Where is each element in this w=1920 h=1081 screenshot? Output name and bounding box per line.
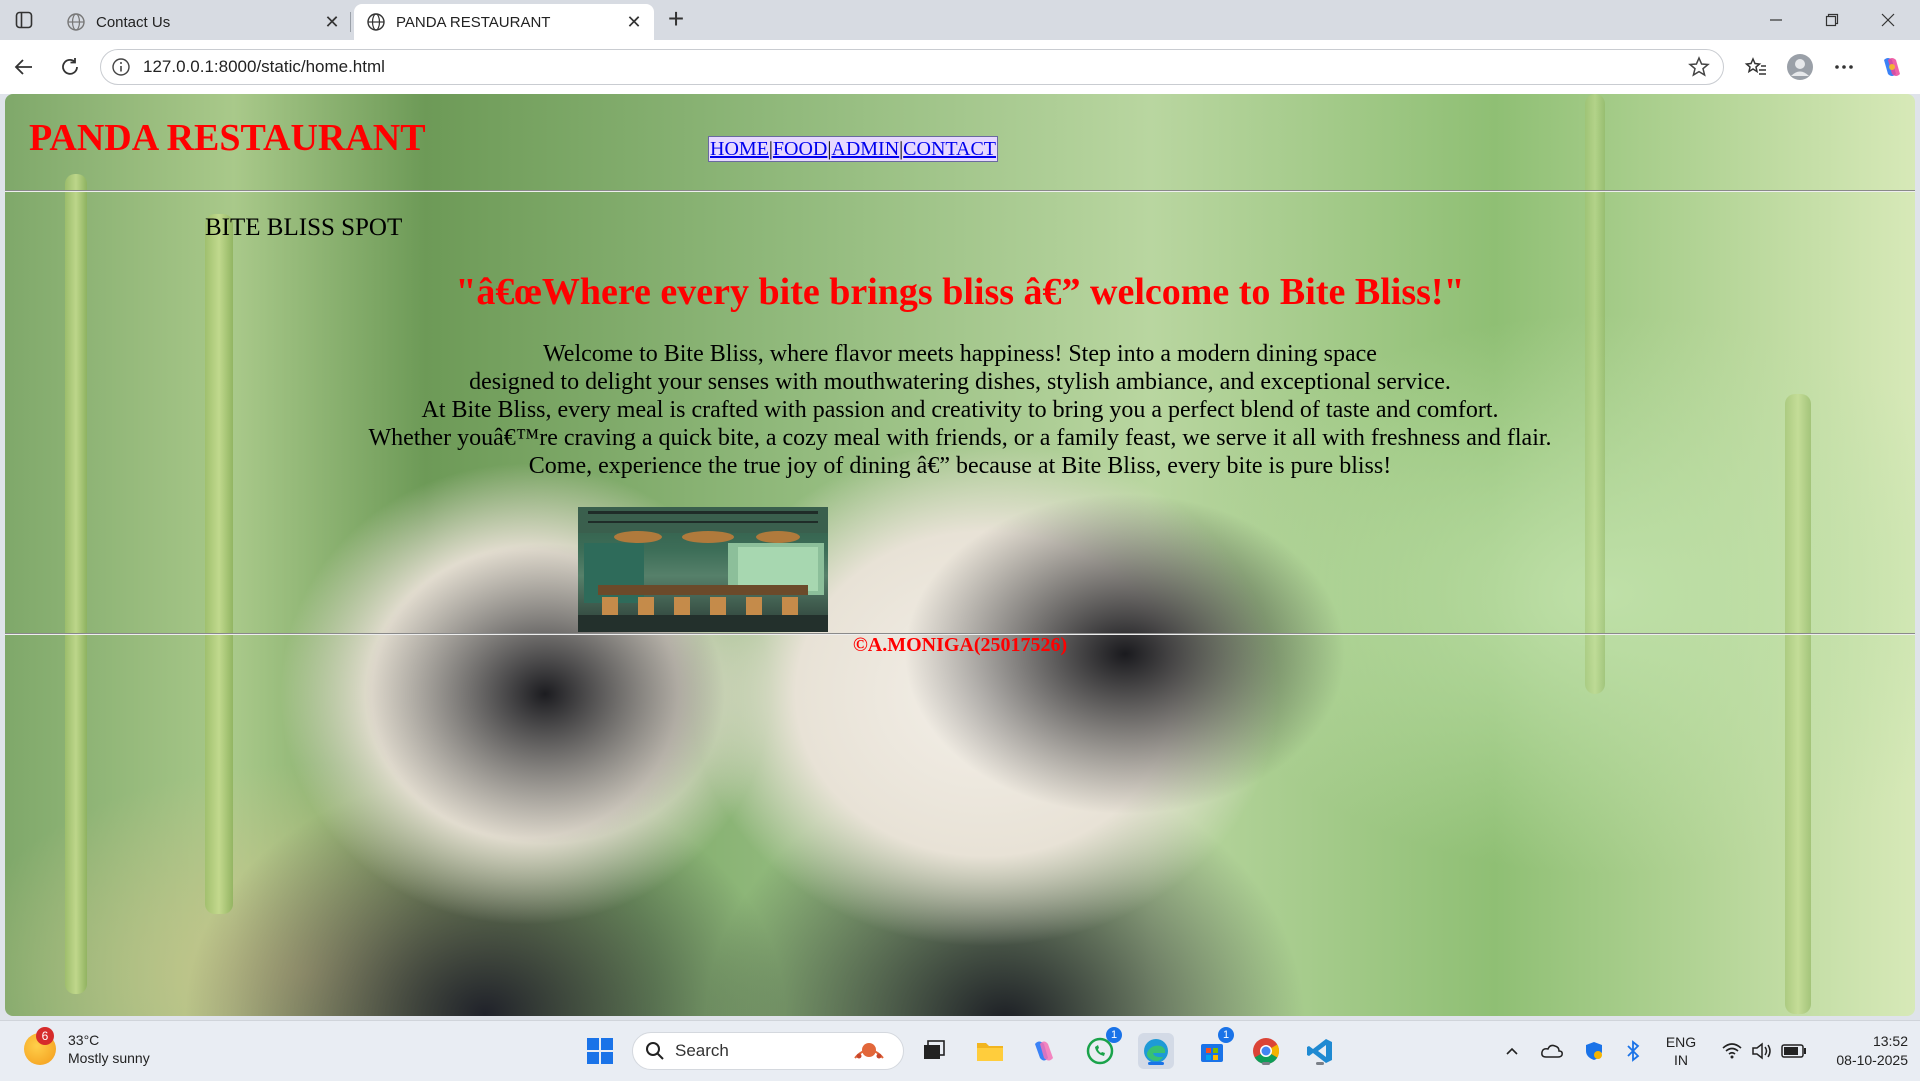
restaurant-interior-image (578, 507, 828, 632)
nav-link-food[interactable]: FOOD (773, 138, 827, 160)
region-code: IN (1674, 1052, 1688, 1068)
welcome-paragraph: Welcome to Bite Bliss, where flavor meet… (5, 340, 1915, 480)
new-tab-button[interactable]: + (662, 5, 690, 34)
minimize-button[interactable] (1748, 0, 1804, 40)
bluetooth-icon[interactable] (1618, 1021, 1648, 1081)
vscode-icon[interactable] (1302, 1033, 1338, 1069)
site-title: PANDA RESTAURANT (29, 117, 426, 159)
welcome-line: Come, experience the true joy of dining … (528, 453, 1392, 479)
page-header: PANDA RESTAURANT HOME|FOOD|ADMIN|CONTACT (5, 94, 1915, 190)
start-button[interactable] (582, 1033, 618, 1069)
reload-button[interactable] (56, 53, 84, 81)
taskbar: 6 33°C Mostly sunny Search 1 1 ENG IN 13… (0, 1020, 1920, 1081)
network-volume-battery[interactable] (1712, 1021, 1816, 1081)
more-menu-icon[interactable] (1830, 53, 1858, 81)
favorite-star-icon[interactable] (1687, 55, 1711, 79)
tagline-quote: "â€œWhere every bite brings bliss â€” we… (455, 271, 1465, 313)
weather-widget[interactable]: 6 33°C Mostly sunny (24, 1027, 150, 1067)
wifi-icon (1722, 1043, 1742, 1059)
whatsapp-badge: 1 (1106, 1027, 1122, 1043)
main-nav: HOME|FOOD|ADMIN|CONTACT (708, 136, 999, 162)
whatsapp-icon[interactable]: 1 (1082, 1027, 1122, 1069)
running-indicator (1316, 1062, 1324, 1065)
profile-avatar[interactable] (1786, 53, 1814, 81)
clock[interactable]: 13:52 08-10-2025 (1812, 1021, 1908, 1081)
chrome-icon[interactable] (1248, 1033, 1284, 1069)
page-viewport: PANDA RESTAURANT HOME|FOOD|ADMIN|CONTACT… (5, 94, 1915, 1016)
search-icon (646, 1042, 664, 1060)
tab-actions-icon[interactable] (12, 8, 36, 32)
language-code: ENG (1665, 1034, 1697, 1050)
store-badge: 1 (1218, 1027, 1234, 1043)
weather-sun-icon: 6 (24, 1027, 56, 1065)
tab-panda-restaurant[interactable]: PANDA RESTAURANT ✕ (354, 4, 654, 40)
running-indicator (1262, 1062, 1270, 1065)
header-divider (5, 190, 1915, 191)
site-info-icon[interactable] (111, 57, 131, 77)
battery-icon (1781, 1044, 1806, 1058)
background-bamboo (1785, 394, 1811, 1014)
clock-date: 08-10-2025 (1836, 1052, 1908, 1068)
tab-title: Contact Us (96, 13, 171, 31)
back-button[interactable] (10, 53, 38, 81)
search-placeholder: Search (675, 1041, 729, 1060)
copyright-footer: ©A.MONIGA(25017526) (852, 634, 1068, 656)
welcome-line: designed to delight your senses with mou… (469, 369, 1451, 395)
close-window-button[interactable] (1860, 0, 1916, 40)
security-icon[interactable] (1578, 1021, 1610, 1081)
language-indicator[interactable]: ENG IN (1658, 1021, 1704, 1081)
welcome-line: Welcome to Bite Bliss, where flavor meet… (543, 341, 1377, 367)
edge-browser-icon[interactable] (1138, 1033, 1174, 1069)
close-tab-icon[interactable]: ✕ (624, 12, 644, 32)
address-bar[interactable]: 127.0.0.1:8000/static/home.html (100, 49, 1724, 85)
weather-badge: 6 (36, 1027, 54, 1045)
welcome-line: Whether youâ€™re craving a quick bite, a… (368, 425, 1552, 451)
search-highlight-icon (854, 1043, 884, 1059)
tab-title: PANDA RESTAURANT (396, 13, 551, 31)
url-text[interactable]: 127.0.0.1:8000/static/home.html (143, 57, 1687, 77)
favorites-icon[interactable] (1742, 53, 1770, 81)
clock-time: 13:52 (1872, 1033, 1908, 1049)
tab-divider (350, 12, 351, 32)
welcome-line: At Bite Bliss, every meal is crafted wit… (421, 397, 1499, 423)
globe-icon (67, 13, 85, 31)
browser-tab-bar: Contact Us ✕ PANDA RESTAURANT ✕ + (0, 0, 1920, 40)
volume-icon (1752, 1042, 1771, 1060)
nav-link-contact[interactable]: CONTACT (903, 138, 996, 160)
file-explorer-icon[interactable] (972, 1033, 1008, 1069)
show-hidden-icons[interactable] (1496, 1021, 1528, 1081)
copilot-icon[interactable] (1878, 53, 1906, 81)
nav-link-admin[interactable]: ADMIN (831, 138, 899, 160)
copilot-app-icon[interactable] (1026, 1033, 1062, 1069)
onedrive-icon[interactable] (1536, 1021, 1568, 1081)
close-tab-icon[interactable]: ✕ (322, 12, 342, 32)
restore-button[interactable] (1804, 0, 1860, 40)
background-bamboo (205, 214, 233, 914)
microsoft-store-icon[interactable]: 1 (1194, 1027, 1234, 1069)
weather-temp: 33°C (68, 1032, 100, 1048)
nav-link-home[interactable]: HOME (710, 138, 769, 160)
section-heading: BITE BLISS SPOT (205, 214, 403, 241)
active-indicator (1148, 1062, 1164, 1065)
taskbar-search[interactable]: Search (632, 1032, 904, 1070)
weather-condition: Mostly sunny (68, 1050, 150, 1066)
globe-icon (367, 13, 385, 31)
task-view-icon[interactable] (916, 1033, 952, 1069)
browser-toolbar: 127.0.0.1:8000/static/home.html (0, 40, 1920, 94)
tab-contact-us[interactable]: Contact Us ✕ (54, 4, 352, 40)
